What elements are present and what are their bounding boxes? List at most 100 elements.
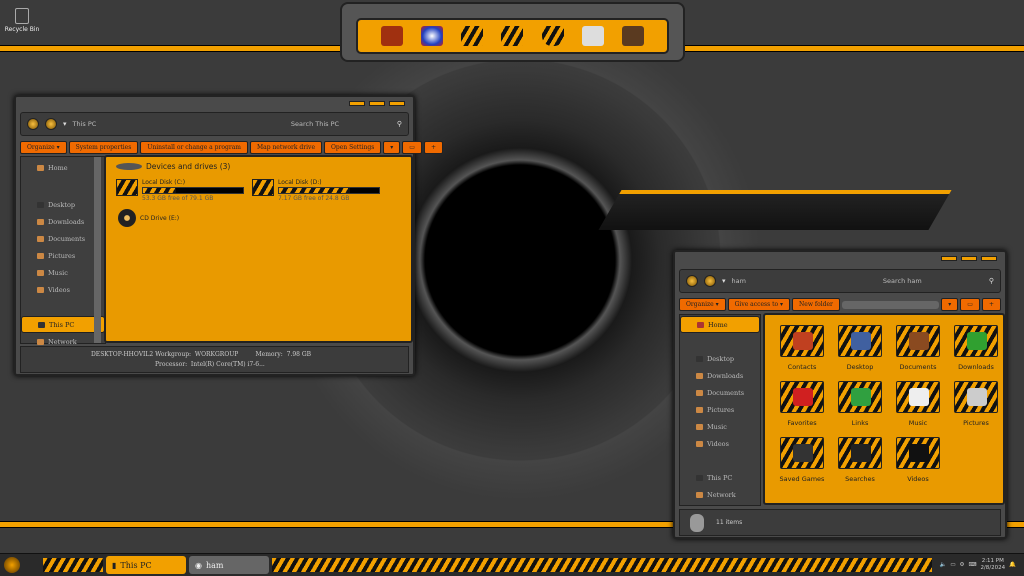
sidebar-item-documents[interactable]: Documents: [21, 230, 105, 247]
group-title: Devices and drives (3): [146, 162, 231, 171]
give-access-button[interactable]: Give access to ▾: [727, 298, 791, 311]
folder-item[interactable]: Music: [889, 381, 947, 427]
sidebar-item-this-pc[interactable]: This PC: [21, 316, 105, 333]
address-bar[interactable]: ham: [732, 277, 746, 285]
details-pane: DESKTOP-HHOVIL2 Workgroup: WORKGROUP Mem…: [20, 346, 409, 373]
computer-icon: ▮: [112, 560, 117, 570]
sidebar-item-pictures[interactable]: Pictures: [21, 247, 105, 264]
address-bar[interactable]: This PC: [73, 120, 97, 128]
search-icon[interactable]: ⚲: [397, 120, 402, 128]
system-properties-button[interactable]: System properties: [68, 141, 139, 154]
taskbar-ham[interactable]: ◉ ham: [189, 556, 269, 574]
drive-name: Local Disk (C:): [142, 179, 186, 186]
sidebar-item-this-pc[interactable]: This PC: [680, 469, 760, 486]
organize-button[interactable]: Organize ▾: [679, 298, 726, 311]
start-button[interactable]: [4, 557, 20, 573]
maximize-button[interactable]: [961, 256, 977, 261]
sidebar-item-home[interactable]: Home: [680, 316, 760, 333]
forward-button[interactable]: [704, 275, 716, 287]
minimize-button[interactable]: [941, 256, 957, 261]
recent-dropdown[interactable]: ▾: [63, 120, 67, 128]
shield-icon[interactable]: [541, 26, 564, 46]
documents-icon[interactable]: [501, 26, 524, 46]
network-icon[interactable]: ⚙: [960, 562, 965, 568]
folder-label: Downloads: [958, 363, 994, 371]
sidebar-item-documents[interactable]: Documents: [680, 384, 760, 401]
folder-item[interactable]: Favorites: [773, 381, 831, 427]
folder-icon[interactable]: [461, 26, 484, 46]
battery-icon[interactable]: ▭: [950, 562, 955, 568]
recent-dropdown[interactable]: ▾: [722, 277, 726, 285]
close-button[interactable]: [981, 256, 997, 261]
folder-item[interactable]: Links: [831, 381, 889, 427]
sidebar-item-home[interactable]: Home: [21, 159, 105, 176]
new-folder-button[interactable]: New folder: [792, 298, 840, 311]
folder-icon: [954, 325, 998, 357]
sidebar-scrollbar[interactable]: [94, 157, 101, 343]
back-button[interactable]: [27, 118, 39, 130]
folder-icon: [954, 381, 998, 413]
folder-item[interactable]: Pictures: [947, 381, 1005, 427]
sidebar-item-music[interactable]: Music: [21, 264, 105, 281]
drive-d[interactable]: Local Disk (D:) 7.17 GB free of 24.8 GB: [252, 179, 380, 202]
map-network-drive-button[interactable]: Map network drive: [249, 141, 322, 154]
folder-item[interactable]: Contacts: [773, 325, 831, 371]
volume-icon[interactable]: 🔈: [939, 562, 946, 568]
uninstall-program-button[interactable]: Uninstall or change a program: [140, 141, 248, 154]
language-icon[interactable]: ⌨: [968, 562, 976, 568]
preview-pane-button[interactable]: ▭: [960, 298, 980, 311]
drive-name: CD Drive (E:): [140, 214, 180, 222]
sidebar-item-videos[interactable]: Videos: [680, 435, 760, 452]
folder-label: Music: [908, 419, 928, 427]
folder-icon: [838, 437, 882, 469]
drive-usage-bar: [142, 187, 244, 194]
help-button[interactable]: +: [423, 141, 443, 154]
notifications-icon[interactable]: 🔔: [1009, 562, 1016, 568]
computer-icon[interactable]: [381, 26, 404, 46]
folder-item[interactable]: Documents: [889, 325, 947, 371]
close-button[interactable]: [389, 101, 405, 106]
folder-label: Documents: [899, 363, 937, 371]
dock: [340, 2, 685, 62]
sidebar-item-pictures[interactable]: Pictures: [680, 401, 760, 418]
clock[interactable]: 2:11 PM 2/8/2024: [980, 558, 1005, 572]
sidebar-item-network[interactable]: Network: [680, 486, 760, 503]
folder-label: Favorites: [787, 419, 817, 427]
maximize-button[interactable]: [369, 101, 385, 106]
sidebar-item-music[interactable]: Music: [680, 418, 760, 435]
folder-icon: [838, 381, 882, 413]
folder-item[interactable]: Videos: [889, 437, 947, 483]
drive-c[interactable]: Local Disk (C:) 53.3 GB free of 79.1 GB: [116, 179, 244, 202]
cd-drive-icon: [118, 209, 136, 227]
folder-item[interactable]: Searches: [831, 437, 889, 483]
folder-item[interactable]: Downloads: [947, 325, 1005, 371]
forward-button[interactable]: [45, 118, 57, 130]
recycle-bin-shortcut[interactable]: Recycle Bin: [2, 8, 42, 33]
sidebar-item-desktop[interactable]: Desktop: [680, 350, 760, 367]
folder-item[interactable]: Desktop: [831, 325, 889, 371]
taskbar-this-pc[interactable]: ▮ This PC: [106, 556, 186, 574]
drive-free: 53.3 GB free of 79.1 GB: [142, 195, 214, 202]
browser-icon[interactable]: [421, 26, 444, 46]
help-button[interactable]: +: [981, 298, 1001, 311]
preview-pane-button[interactable]: ▭: [402, 141, 422, 154]
back-button[interactable]: [686, 275, 698, 287]
minimize-button[interactable]: [349, 101, 365, 106]
open-settings-button[interactable]: Open Settings: [324, 141, 382, 154]
sidebar-item-downloads[interactable]: Downloads: [680, 367, 760, 384]
sidebar-item-videos[interactable]: Videos: [21, 281, 105, 298]
search-icon[interactable]: ⚲: [989, 277, 994, 285]
sidebar-item-downloads[interactable]: Downloads: [21, 213, 105, 230]
sidebar-item-desktop[interactable]: Desktop: [21, 196, 105, 213]
recycle-icon[interactable]: [621, 26, 644, 46]
search-input[interactable]: Search ham: [883, 277, 983, 285]
view-options-button[interactable]: ▾: [383, 141, 401, 154]
search-input[interactable]: Search This PC: [291, 120, 391, 128]
organize-button[interactable]: Organize ▾: [20, 141, 67, 154]
view-options-button[interactable]: ▾: [941, 298, 959, 311]
ham-window: ▾ ham Search ham ⚲ Organize ▾ Give acces…: [673, 250, 1007, 539]
drive-e[interactable]: CD Drive (E:): [118, 209, 179, 227]
control-panel-icon[interactable]: [581, 26, 604, 46]
folder-icon: [896, 325, 940, 357]
folder-item[interactable]: Saved Games: [773, 437, 831, 483]
